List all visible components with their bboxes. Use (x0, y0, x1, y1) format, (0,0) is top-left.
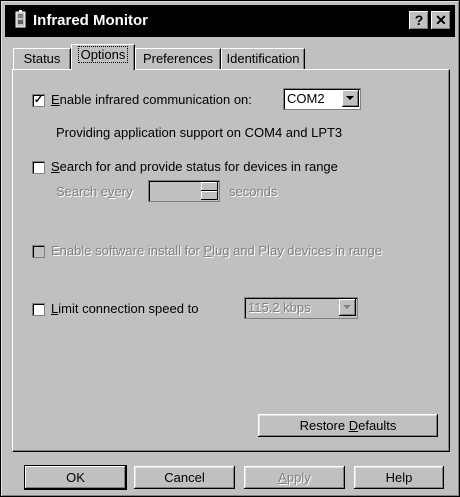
options-panel: ✓ Enable infrared communication on: COM2… (12, 69, 450, 452)
close-title-button[interactable]: ✕ (431, 11, 451, 30)
search-every-label-post: ery (114, 184, 133, 199)
restore-defaults-post: efaults (358, 418, 397, 433)
spinner-down-button[interactable] (201, 191, 218, 200)
software-install-label-pre: Enable software install for (51, 243, 204, 258)
tab-preferences[interactable]: Preferences (135, 48, 221, 69)
chevron-down-icon (343, 305, 351, 309)
cancel-button[interactable]: Cancel (134, 466, 235, 489)
search-every-label: Search every (56, 184, 133, 199)
enable-ir-checkbox[interactable]: ✓ (32, 94, 45, 107)
support-info-text: Providing application support on COM4 an… (56, 125, 343, 140)
search-every-units: seconds (229, 184, 278, 199)
search-devices-accel: S (51, 159, 60, 174)
software-install-accel: P (203, 243, 213, 258)
restore-defaults-accel: D (348, 418, 359, 433)
search-devices-checkbox[interactable] (32, 161, 45, 174)
enable-ir-accel: E (51, 92, 60, 107)
limit-speed-label[interactable]: Limit connection speed to (51, 301, 198, 316)
port-select-value: COM2 (287, 91, 325, 106)
port-select-dropdown-button[interactable] (342, 90, 359, 107)
speed-select-dropdown-button[interactable] (339, 299, 356, 316)
search-devices-label-rest: earch for and provide status for devices… (59, 159, 338, 174)
speed-select-value: 115.2 kbps (248, 300, 311, 315)
search-interval-spinner[interactable] (148, 180, 220, 202)
tab-status[interactable]: Status (13, 48, 71, 69)
search-every-label-pre: Search e (56, 184, 109, 199)
search-devices-label[interactable]: Search for and provide status for device… (51, 159, 338, 174)
software-install-checkbox[interactable] (32, 245, 45, 258)
spinner-buttons (201, 182, 218, 200)
spinner-up-button[interactable] (201, 182, 218, 191)
enable-ir-label-rest: nable infrared communication on: (59, 92, 252, 107)
tab-identification-label: Identification (226, 51, 300, 66)
chevron-down-icon (346, 96, 354, 100)
limit-speed-checkbox[interactable] (32, 303, 45, 316)
infrared-monitor-dialog: Infrared Monitor ? ✕ Status Options Pref… (0, 0, 460, 497)
software-install-label: Enable software install for Plug and Pla… (51, 243, 382, 258)
restore-defaults-pre: Restore (299, 418, 349, 433)
apply-accel: A (278, 470, 287, 485)
tab-status-label: Status (23, 51, 61, 66)
port-select[interactable]: COM2 (283, 88, 361, 110)
tab-identification[interactable]: Identification (221, 48, 305, 69)
limit-speed-label-rest: imit connection speed to (58, 301, 199, 316)
apply-rest: pply (286, 470, 311, 485)
help-button[interactable]: Help (354, 466, 444, 489)
apply-button[interactable]: Apply (244, 466, 345, 489)
restore-defaults-button[interactable]: Restore Defaults (258, 414, 438, 437)
tab-options-label: Options (77, 46, 129, 63)
title-bar[interactable]: Infrared Monitor ? ✕ (5, 5, 455, 37)
software-install-label-post: lug and Play devices in range (212, 243, 382, 258)
help-title-button[interactable]: ? (409, 11, 429, 30)
ok-button[interactable]: OK (25, 466, 126, 489)
infrared-app-icon (15, 10, 26, 28)
window-title: Infrared Monitor (33, 12, 148, 29)
tab-options[interactable]: Options (71, 44, 135, 70)
tab-preferences-label: Preferences (142, 51, 214, 66)
enable-ir-label[interactable]: Enable infrared communication on: (51, 92, 252, 107)
speed-select[interactable]: 115.2 kbps (244, 297, 358, 319)
